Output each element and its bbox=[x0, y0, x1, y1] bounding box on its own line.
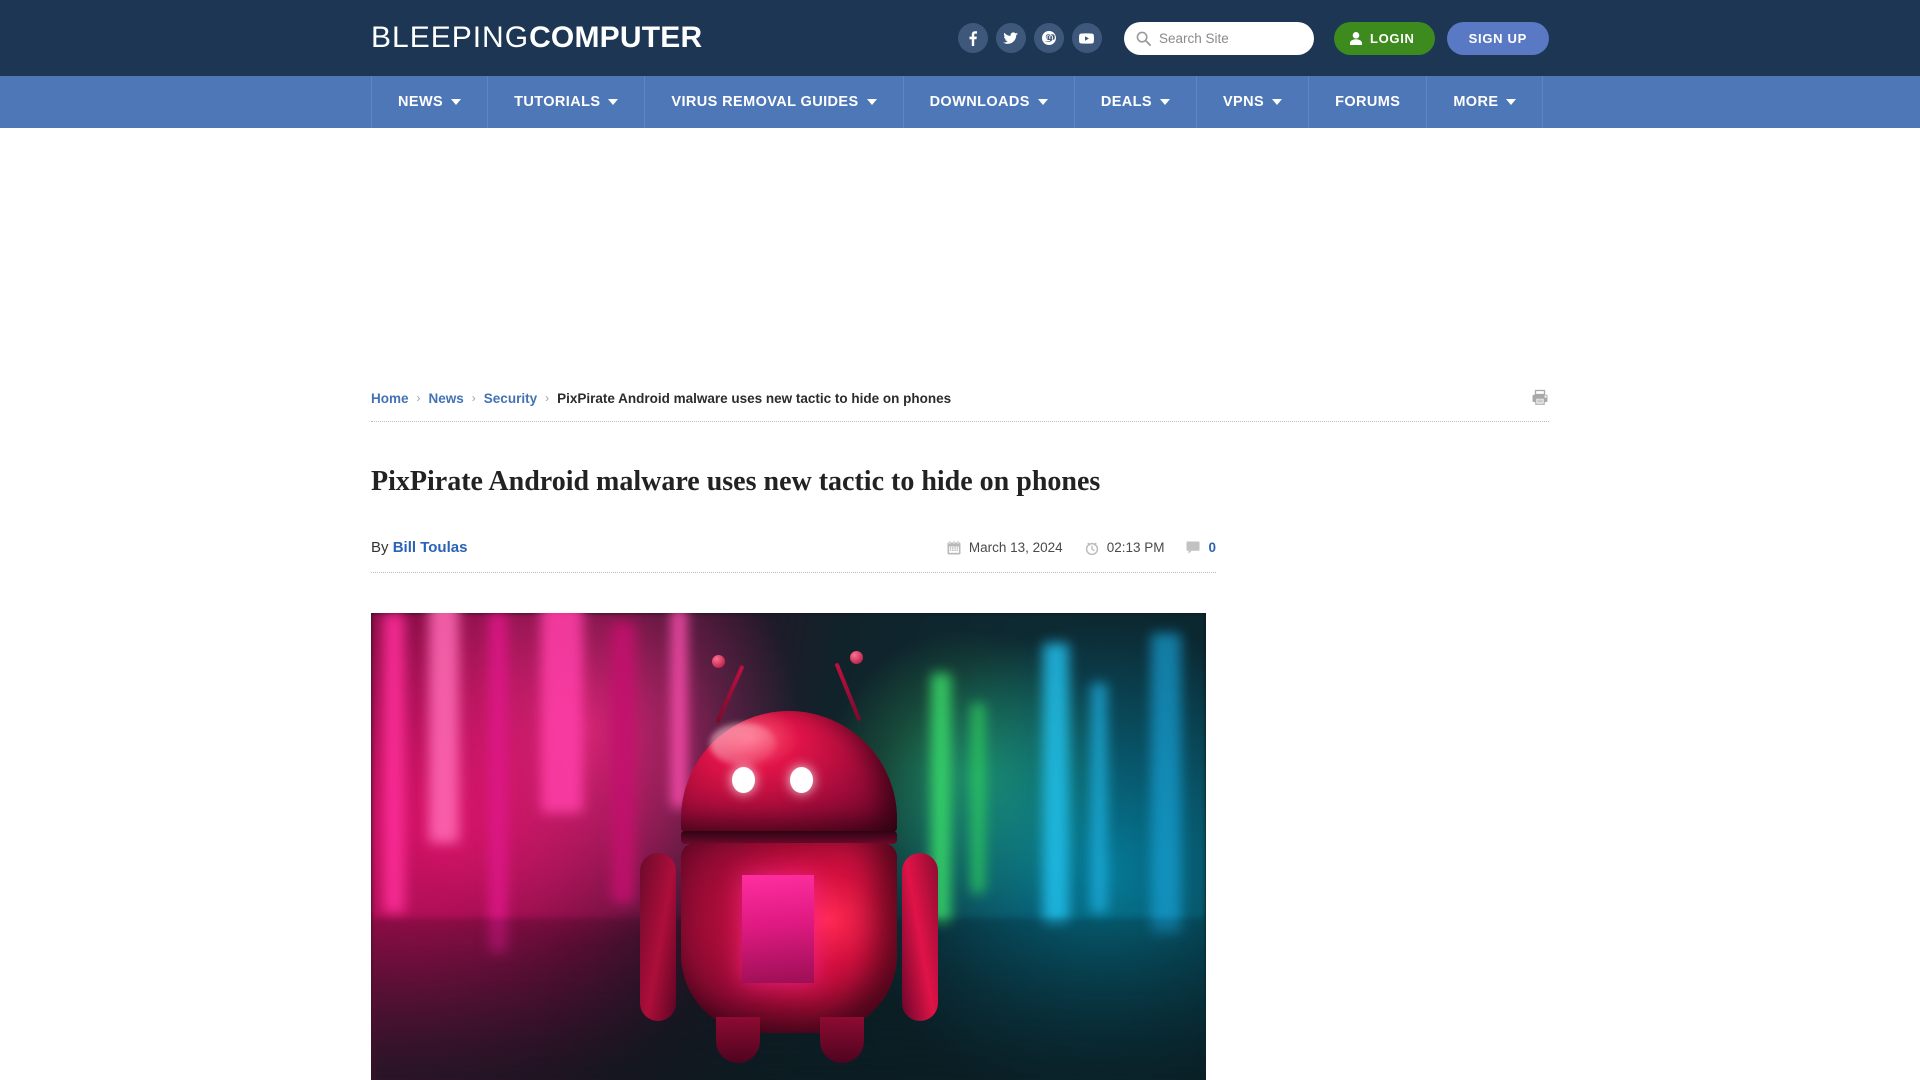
facebook-icon[interactable] bbox=[957, 23, 988, 53]
search-input[interactable] bbox=[1158, 30, 1302, 46]
main-navigation: NEWS TUTORIALS VIRUS REMOVAL GUIDES DOWNLOA… bbox=[0, 76, 1920, 128]
breadcrumb: Home › News › Security › PixPirate Android mal… bbox=[371, 381, 1549, 422]
search-icon bbox=[1136, 31, 1151, 46]
publish-date-text: March 13, 2024 bbox=[968, 540, 1063, 555]
breadcrumb-link-security[interactable]: Security bbox=[484, 391, 537, 406]
nav-item-label: MORE bbox=[1453, 94, 1499, 110]
advertisement-slot bbox=[0, 128, 1920, 381]
login-button-label: LOGIN bbox=[1369, 30, 1415, 46]
nav-item-virus-removal-guides[interactable]: VIRUS REMOVAL GUIDES bbox=[645, 76, 904, 128]
publish-time-text: 02:13 PM bbox=[1106, 540, 1165, 555]
breadcrumb-separator-icon: › bbox=[471, 391, 476, 405]
byline-prefix: By bbox=[371, 539, 389, 556]
comment-icon bbox=[1186, 541, 1200, 554]
content-container: Home › News › Security › PixPirate Android mal… bbox=[371, 381, 1549, 1080]
chevron-down-icon bbox=[451, 99, 462, 105]
comment-count-text: 0 bbox=[1208, 540, 1216, 555]
nav-item-forums[interactable]: FORUMS bbox=[1309, 76, 1428, 128]
login-button[interactable]: LOGIN bbox=[1333, 21, 1435, 55]
nav-item-label: NEWS bbox=[398, 94, 444, 110]
mastodon-icon[interactable] bbox=[1033, 23, 1064, 53]
signup-button-label: SIGN UP bbox=[1468, 30, 1527, 46]
author-link[interactable]: Bill Toulas bbox=[393, 539, 468, 556]
page-title: PixPirate Android malware uses new tacti… bbox=[371, 466, 1101, 497]
twitter-icon[interactable] bbox=[995, 23, 1026, 53]
nav-item-news[interactable]: NEWS bbox=[371, 76, 489, 128]
site-header: BLEEPINGCOMPUTER Search Site LOGIN SIGN … bbox=[0, 0, 1920, 76]
logo-text-light: BLEEPING bbox=[371, 21, 530, 54]
signup-button[interactable]: SIGN UP bbox=[1446, 21, 1549, 55]
social-links bbox=[957, 23, 1102, 53]
user-icon bbox=[1349, 31, 1362, 45]
article: PixPirate Android malware uses new tacti… bbox=[371, 464, 1216, 1080]
header-actions: LOGIN SIGN UP bbox=[957, 21, 1549, 55]
breadcrumb-separator-icon: › bbox=[416, 391, 421, 405]
nav-item-label: DOWNLOADS bbox=[929, 94, 1030, 110]
breadcrumb-separator-icon: › bbox=[545, 391, 550, 405]
site-logo[interactable]: BLEEPINGCOMPUTER bbox=[371, 21, 702, 55]
breadcrumb-links: Home › News › Security › PixPirate Android mal… bbox=[371, 391, 951, 406]
breadcrumb-current: PixPirate Android malware uses new tacti… bbox=[557, 390, 952, 406]
youtube-icon[interactable] bbox=[1071, 23, 1102, 53]
nav-item-label: TUTORIALS bbox=[514, 94, 601, 110]
search-box[interactable] bbox=[1123, 21, 1314, 55]
nav-item-label: DEALS bbox=[1100, 94, 1152, 110]
breadcrumb-link-news[interactable]: News bbox=[429, 391, 464, 406]
logo-text-bold: COMPUTER bbox=[529, 21, 703, 54]
nav-item-downloads[interactable]: DOWNLOADS bbox=[904, 76, 1075, 128]
printer-icon[interactable] bbox=[1531, 389, 1549, 407]
byline: By Bill Toulas bbox=[371, 539, 467, 556]
chevron-down-icon bbox=[1272, 99, 1283, 105]
article-meta: March 13, 2024 02:13 PM 0 bbox=[947, 540, 1216, 555]
chevron-down-icon bbox=[608, 99, 619, 105]
nav-item-vpns[interactable]: VPNS bbox=[1197, 76, 1310, 128]
android-robot-figure bbox=[624, 639, 954, 1069]
nav-item-label: VPNS bbox=[1222, 94, 1265, 110]
nav-item-more[interactable]: MORE bbox=[1427, 76, 1544, 128]
calendar-icon bbox=[947, 540, 961, 555]
clock-icon bbox=[1085, 541, 1099, 555]
chevron-down-icon bbox=[1506, 99, 1517, 105]
article-hero-image bbox=[371, 613, 1206, 1080]
comment-count[interactable]: 0 bbox=[1186, 540, 1216, 555]
nav-item-deals[interactable]: DEALS bbox=[1075, 76, 1197, 128]
nav-item-tutorials[interactable]: TUTORIALS bbox=[488, 76, 646, 128]
nav-item-label: FORUMS bbox=[1335, 94, 1401, 110]
chevron-down-icon bbox=[1037, 99, 1048, 105]
publish-date: March 13, 2024 bbox=[947, 540, 1063, 555]
publish-time: 02:13 PM bbox=[1085, 540, 1165, 555]
breadcrumb-link-home[interactable]: Home bbox=[371, 391, 409, 406]
nav-item-label: VIRUS REMOVAL GUIDES bbox=[671, 94, 859, 110]
chevron-down-icon bbox=[1159, 99, 1170, 105]
chevron-down-icon bbox=[866, 99, 877, 105]
article-meta-row: By Bill Toulas March 13, 2024 02:13 PM 0 bbox=[371, 539, 1216, 573]
